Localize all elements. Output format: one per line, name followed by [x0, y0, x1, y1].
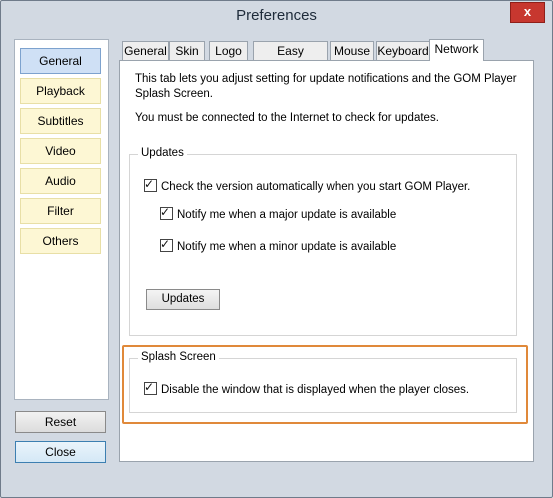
- notify-minor-checkbox[interactable]: ✓: [160, 237, 173, 252]
- notify-minor-label: Notify me when a minor update is availab…: [177, 241, 397, 253]
- close-button[interactable]: Close: [15, 441, 106, 463]
- updates-group: Updates ✓ Check the version automatically…: [129, 147, 517, 336]
- tab-skin[interactable]: Skin: [169, 41, 205, 60]
- close-window-button[interactable]: x: [510, 2, 545, 23]
- tab-mouse[interactable]: Mouse: [330, 41, 374, 60]
- window-title: Preferences: [236, 7, 317, 24]
- title-bar[interactable]: Preferences x: [1, 1, 552, 31]
- category-filter[interactable]: Filter: [20, 198, 101, 224]
- tab-general[interactable]: General: [122, 41, 169, 60]
- check-icon: ✓: [160, 205, 171, 219]
- updates-button[interactable]: Updates: [146, 289, 220, 310]
- notify-major-row[interactable]: ✓ Notify me when a major update is availa…: [160, 205, 397, 221]
- reset-button[interactable]: Reset: [15, 411, 106, 433]
- preferences-window: Preferences x General Playback Subtitles…: [0, 0, 553, 498]
- category-video[interactable]: Video: [20, 138, 101, 164]
- category-general[interactable]: General: [20, 48, 101, 74]
- tab-keyboard[interactable]: Keyboard: [376, 41, 430, 60]
- notify-minor-row[interactable]: ✓ Notify me when a minor update is availa…: [160, 237, 397, 253]
- updates-group-legend: Updates: [138, 147, 187, 159]
- check-icon: ✓: [160, 237, 171, 251]
- tab-easy-browser[interactable]: Easy Browser: [253, 41, 328, 76]
- check-auto-label: Check the version automatically when you…: [161, 181, 471, 193]
- connection-note: You must be connected to the Internet to…: [135, 112, 439, 124]
- category-subtitles[interactable]: Subtitles: [20, 108, 101, 134]
- tab-description: This tab lets you adjust setting for upd…: [135, 73, 517, 100]
- notify-major-label: Notify me when a major update is availab…: [177, 209, 397, 221]
- category-audio[interactable]: Audio: [20, 168, 101, 194]
- close-icon: x: [523, 4, 532, 19]
- category-playback[interactable]: Playback: [20, 78, 101, 104]
- tab-logo[interactable]: Logo: [209, 41, 248, 60]
- category-others[interactable]: Others: [20, 228, 101, 254]
- highlight-box: [122, 345, 528, 424]
- category-panel: General Playback Subtitles Video Audio F…: [14, 39, 109, 400]
- check-auto-checkbox[interactable]: ✓: [144, 177, 157, 192]
- tab-network[interactable]: Network: [429, 39, 484, 61]
- check-icon: ✓: [144, 177, 155, 191]
- notify-major-checkbox[interactable]: ✓: [160, 205, 173, 220]
- check-auto-row[interactable]: ✓ Check the version automatically when yo…: [144, 177, 471, 193]
